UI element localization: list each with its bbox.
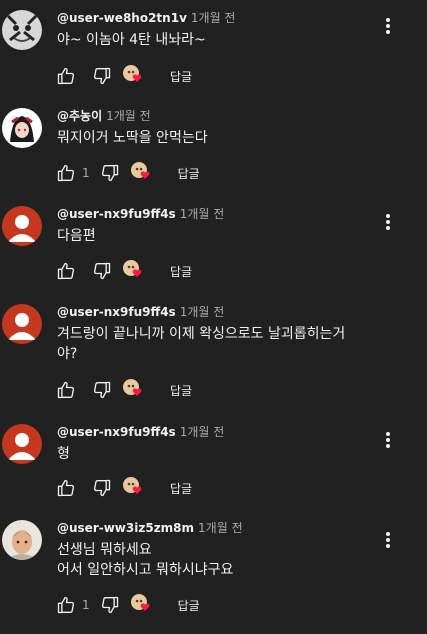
thumb-up-icon[interactable]	[52, 376, 80, 404]
comment-header: @user-nx9fu9ff4s 1개월 전	[57, 424, 224, 440]
thumb-down-icon[interactable]	[96, 591, 124, 619]
thumb-up-icon[interactable]	[52, 159, 80, 187]
avatar[interactable]	[2, 206, 42, 246]
comment-actions: 답글	[52, 257, 192, 285]
creator-heart-icon[interactable]	[120, 62, 148, 90]
comment-actions: 1 답글	[52, 591, 200, 619]
comment-time[interactable]: 1개월 전	[180, 305, 225, 319]
comment-time[interactable]: 1개월 전	[106, 109, 151, 123]
more-vert-icon[interactable]	[378, 430, 398, 450]
comment-time[interactable]: 1개월 전	[180, 207, 225, 221]
comment-header: @추농이 1개월 전	[57, 108, 151, 124]
comment-text: 형	[57, 446, 70, 462]
comment-header: @user-nx9fu9ff4s 1개월 전	[57, 304, 224, 320]
thumb-down-icon[interactable]	[96, 159, 124, 187]
comment-text: 선생님 뭐하세요 어서 일안하시고 뭐하시냐구요	[57, 542, 234, 578]
comment-author[interactable]: @user-nx9fu9ff4s	[57, 425, 176, 439]
comment-author[interactable]: @추농이	[57, 109, 102, 123]
comment-header: @user-we8ho2tn1v 1개월 전	[57, 10, 235, 26]
reply-button[interactable]: 답글	[170, 68, 192, 85]
comment-actions: 답글	[52, 62, 192, 90]
avatar[interactable]	[2, 108, 42, 148]
more-vert-icon[interactable]	[378, 530, 398, 550]
comment-time[interactable]: 1개월 전	[198, 521, 243, 535]
thumb-up-icon[interactable]	[52, 62, 80, 90]
thumb-down-icon[interactable]	[88, 376, 116, 404]
thumb-down-icon[interactable]	[88, 62, 116, 90]
thumb-up-icon[interactable]	[52, 591, 80, 619]
reply-button[interactable]: 답글	[178, 165, 200, 182]
comment-list: @user-we8ho2tn1v 1개월 전 야~ 이놈아 4탄 내놔라~ 답글	[0, 0, 427, 634]
creator-heart-icon[interactable]	[128, 159, 156, 187]
avatar[interactable]	[2, 424, 42, 464]
comment-author[interactable]: @user-ww3iz5zm8m	[57, 521, 194, 535]
like-count: 1	[82, 166, 90, 180]
more-vert-icon[interactable]	[378, 16, 398, 36]
comment-actions: 답글	[52, 376, 192, 404]
like-count: 1	[82, 598, 90, 612]
thumb-up-icon[interactable]	[52, 257, 80, 285]
comment-time[interactable]: 1개월 전	[191, 11, 236, 25]
creator-heart-icon[interactable]	[120, 376, 148, 404]
reply-button[interactable]: 답글	[170, 382, 192, 399]
comment-actions: 1 답글	[52, 159, 200, 187]
thumb-up-icon[interactable]	[52, 474, 80, 502]
creator-heart-icon[interactable]	[120, 474, 148, 502]
more-vert-icon[interactable]	[378, 212, 398, 232]
comment-author[interactable]: @user-nx9fu9ff4s	[57, 207, 176, 221]
comment-text: 뭐지이거 노딱을 안먹는다	[57, 130, 208, 146]
avatar[interactable]	[2, 520, 42, 560]
creator-heart-icon[interactable]	[128, 591, 156, 619]
comment-text: 겨드랑이 끝나니까 이제 왁싱으로도 날괴롭히는거 야?	[57, 326, 346, 362]
avatar[interactable]	[2, 304, 42, 344]
comment-text: 다음편	[57, 228, 96, 244]
comment-text: 야~ 이놈아 4탄 내놔라~	[57, 32, 206, 48]
comment-actions: 답글	[52, 474, 192, 502]
thumb-down-icon[interactable]	[88, 257, 116, 285]
reply-button[interactable]: 답글	[170, 480, 192, 497]
comment-time[interactable]: 1개월 전	[180, 425, 225, 439]
reply-button[interactable]: 답글	[178, 597, 200, 614]
comment-header: @user-nx9fu9ff4s 1개월 전	[57, 206, 224, 222]
creator-heart-icon[interactable]	[120, 257, 148, 285]
comment-author[interactable]: @user-nx9fu9ff4s	[57, 305, 176, 319]
avatar[interactable]	[2, 10, 42, 50]
thumb-down-icon[interactable]	[88, 474, 116, 502]
reply-button[interactable]: 답글	[170, 263, 192, 280]
comment-author[interactable]: @user-we8ho2tn1v	[57, 11, 187, 25]
comment-header: @user-ww3iz5zm8m 1개월 전	[57, 520, 243, 536]
